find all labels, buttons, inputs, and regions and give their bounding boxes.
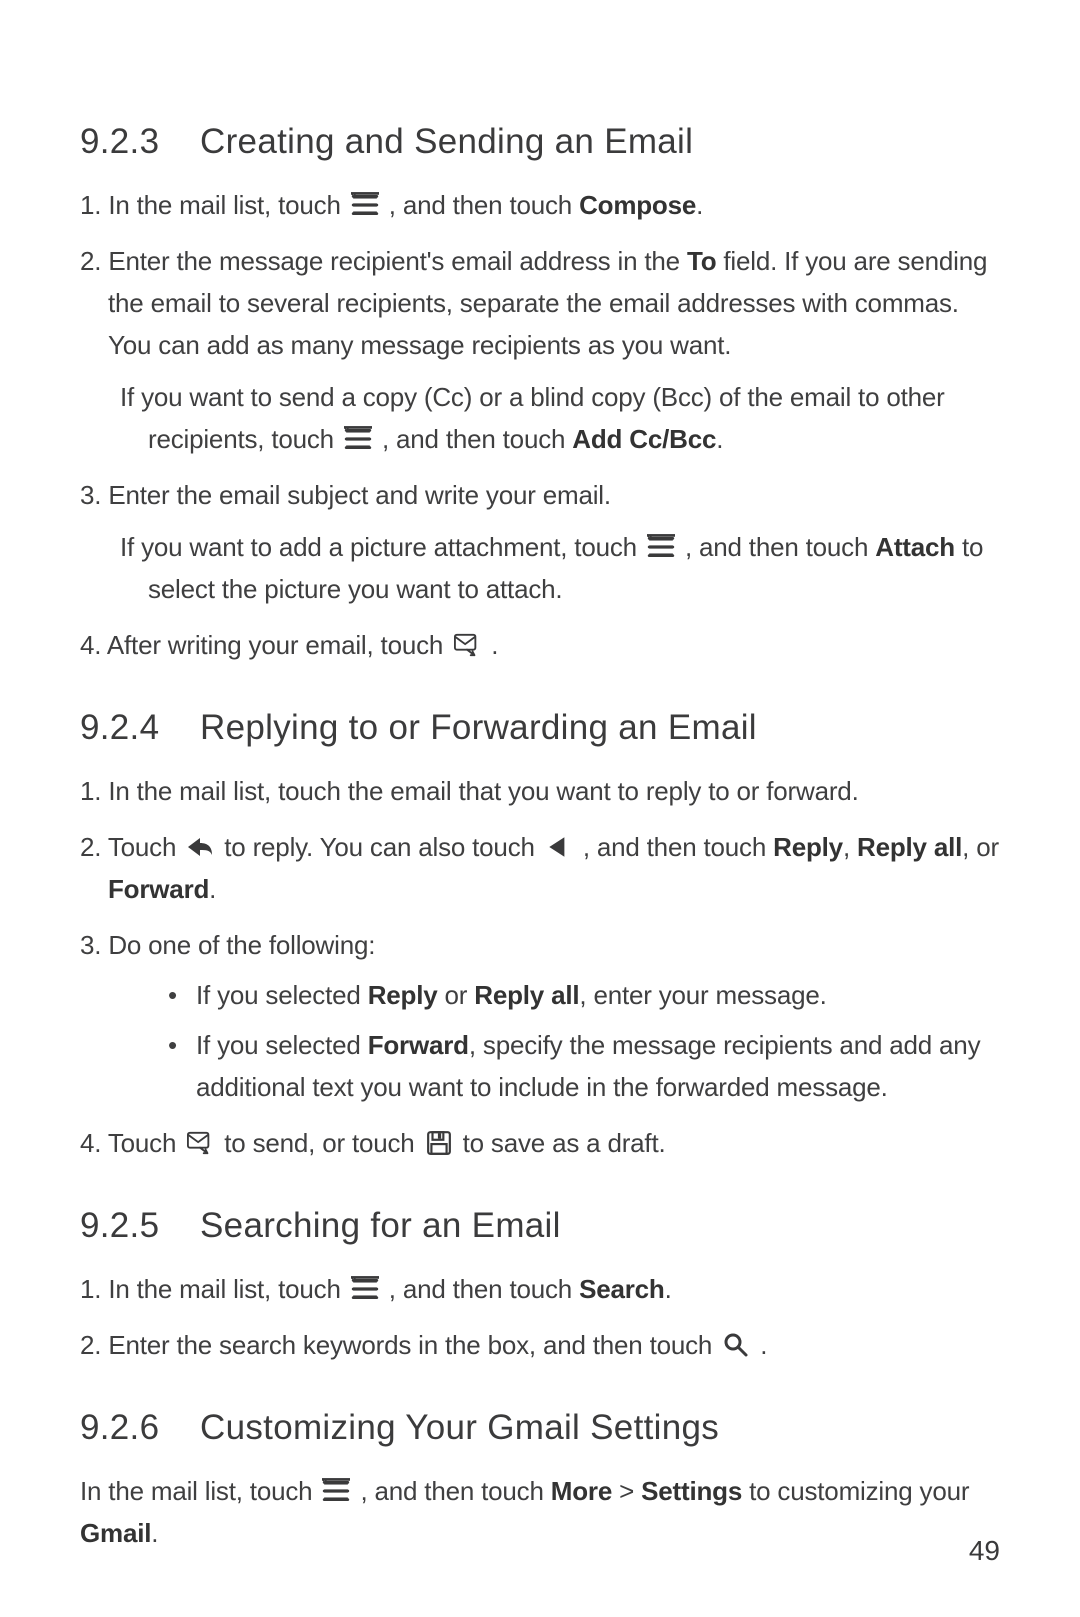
section-number: 9.2.4 <box>80 708 190 748</box>
step: 4. Touch to send, or touch to save as a … <box>80 1122 1000 1164</box>
step: 1. In the mail list, touch , and then to… <box>80 184 1000 226</box>
section-title: Customizing Your Gmail Settings <box>200 1408 719 1447</box>
heading-9-2-6: 9.2.6 Customizing Your Gmail Settings <box>80 1408 1000 1448</box>
bullet-item: If you selected Forward, specify the mes… <box>168 1024 1000 1108</box>
menu-icon <box>344 426 372 452</box>
heading-9-2-3: 9.2.3 Creating and Sending an Email <box>80 122 1000 162</box>
back-icon <box>545 834 573 860</box>
step: 2. Enter the search keywords in the box,… <box>80 1324 1000 1366</box>
menu-icon <box>351 192 379 218</box>
menu-icon <box>647 534 675 560</box>
section-title: Creating and Sending an Email <box>200 122 693 161</box>
step: 2. Touch to reply. You can also touch , … <box>80 826 1000 910</box>
steps-9-2-3: 1. In the mail list, touch , and then to… <box>80 184 1000 666</box>
step: 1. In the mail list, touch the email tha… <box>80 770 1000 812</box>
step: 4. After writing your email, touch . <box>80 624 1000 666</box>
heading-9-2-4: 9.2.4 Replying to or Forwarding an Email <box>80 708 1000 748</box>
search-icon <box>722 1332 750 1358</box>
heading-9-2-5: 9.2.5 Searching for an Email <box>80 1206 1000 1246</box>
section-title: Replying to or Forwarding an Email <box>200 708 757 747</box>
step-note: If you want to add a picture attachment,… <box>148 526 1000 610</box>
send-icon <box>186 1130 214 1156</box>
step-note: If you want to send a copy (Cc) or a bli… <box>148 376 1000 460</box>
save-icon <box>425 1130 453 1156</box>
document-page: 9.2.3 Creating and Sending an Email 1. I… <box>0 0 1080 1617</box>
section-number: 9.2.6 <box>80 1408 190 1448</box>
section-number: 9.2.3 <box>80 122 190 162</box>
steps-9-2-4: 1. In the mail list, touch the email tha… <box>80 770 1000 1164</box>
section-title: Searching for an Email <box>200 1206 561 1245</box>
send-icon <box>453 632 481 658</box>
section-number: 9.2.5 <box>80 1206 190 1246</box>
bullet-list: If you selected Reply or Reply all, ente… <box>168 974 1000 1108</box>
bullet-item: If you selected Reply or Reply all, ente… <box>168 974 1000 1016</box>
menu-icon <box>322 1478 350 1504</box>
menu-icon <box>351 1276 379 1302</box>
paragraph-9-2-6: In the mail list, touch , and then touch… <box>80 1470 1000 1554</box>
step: 2. Enter the message recipient's email a… <box>80 240 1000 460</box>
reply-icon <box>186 834 214 860</box>
step: 3. Do one of the following: If you selec… <box>80 924 1000 1108</box>
steps-9-2-5: 1. In the mail list, touch , and then to… <box>80 1268 1000 1366</box>
step: 3. Enter the email subject and write you… <box>80 474 1000 610</box>
page-number: 49 <box>969 1535 1000 1567</box>
step: 1. In the mail list, touch , and then to… <box>80 1268 1000 1310</box>
